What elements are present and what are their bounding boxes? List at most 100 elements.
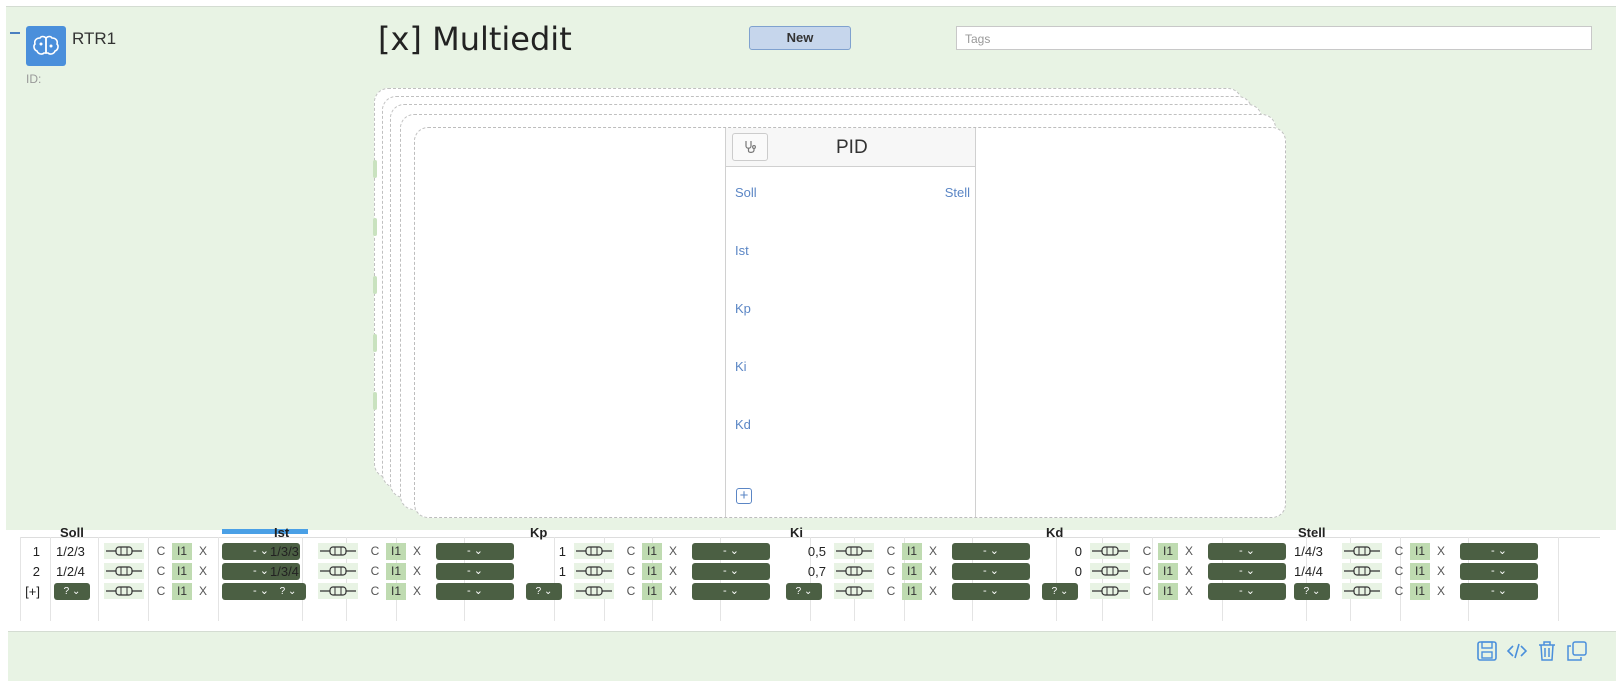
cell-value[interactable]: 1/2/3 [56, 544, 85, 559]
connector-icon[interactable] [318, 543, 358, 559]
plus-icon[interactable]: + [736, 488, 752, 504]
channel-i1-button[interactable]: I1 [172, 583, 192, 600]
connector-icon[interactable] [574, 543, 614, 559]
cell-value[interactable]: 1/4/4 [1294, 564, 1323, 579]
query-dropdown[interactable]: ? ⌄ [1042, 583, 1078, 600]
input-port-ist[interactable]: Ist [735, 243, 749, 258]
mode-dropdown[interactable]: - ⌄ [692, 563, 770, 580]
cell-value[interactable]: 1/3/3 [270, 544, 299, 559]
channel-c-button[interactable]: C [1390, 583, 1408, 600]
connector-icon[interactable] [574, 563, 614, 579]
channel-i1-button[interactable]: I1 [386, 543, 406, 560]
channel-i1-button[interactable]: I1 [1410, 543, 1430, 560]
mode-dropdown[interactable]: - ⌄ [436, 583, 514, 600]
channel-c-button[interactable]: C [1138, 563, 1156, 580]
channel-x-button[interactable]: X [1432, 543, 1450, 560]
input-port-kd[interactable]: Kd [735, 417, 751, 432]
channel-controls[interactable]: C I1 X [366, 543, 426, 560]
stethoscope-icon[interactable] [732, 133, 768, 161]
channel-controls[interactable]: C I1 X [1138, 583, 1198, 600]
channel-controls[interactable]: C I1 X [1390, 583, 1450, 600]
channel-i1-button[interactable]: I1 [642, 543, 662, 560]
mode-dropdown[interactable]: - ⌄ [952, 583, 1030, 600]
channel-x-button[interactable]: X [924, 563, 942, 580]
channel-c-button[interactable]: C [622, 563, 640, 580]
cell-value[interactable]: 1 [526, 564, 566, 579]
new-button[interactable]: New [749, 26, 851, 50]
input-port-ki[interactable]: Ki [735, 359, 747, 374]
channel-x-button[interactable]: X [924, 543, 942, 560]
connector-icon[interactable] [834, 563, 874, 579]
connector-icon[interactable] [834, 583, 874, 599]
channel-x-button[interactable]: X [664, 563, 682, 580]
channel-x-button[interactable]: X [1432, 583, 1450, 600]
channel-x-button[interactable]: X [664, 583, 682, 600]
cell-value[interactable]: 0 [1042, 544, 1082, 559]
channel-c-button[interactable]: C [882, 563, 900, 580]
connector-icon[interactable] [104, 563, 144, 579]
channel-c-button[interactable]: C [882, 543, 900, 560]
channel-x-button[interactable]: X [408, 563, 426, 580]
channel-i1-button[interactable]: I1 [1158, 543, 1178, 560]
cell-value[interactable]: 0,7 [786, 564, 826, 579]
connector-icon[interactable] [104, 543, 144, 559]
add-row-button[interactable]: [+] [14, 584, 40, 599]
mode-dropdown[interactable]: - ⌄ [952, 543, 1030, 560]
channel-i1-button[interactable]: I1 [642, 563, 662, 580]
mode-dropdown[interactable]: - ⌄ [436, 543, 514, 560]
channel-controls[interactable]: C I1 X [366, 563, 426, 580]
channel-c-button[interactable]: C [152, 583, 170, 600]
save-icon[interactable] [1476, 640, 1498, 662]
channel-c-button[interactable]: C [152, 543, 170, 560]
channel-x-button[interactable]: X [408, 583, 426, 600]
channel-x-button[interactable]: X [924, 583, 942, 600]
mode-dropdown[interactable]: - ⌄ [1208, 563, 1286, 580]
connector-icon[interactable] [1090, 563, 1130, 579]
collapse-toggle[interactable] [10, 32, 20, 34]
connector-icon[interactable] [834, 543, 874, 559]
channel-controls[interactable]: C I1 X [622, 543, 682, 560]
channel-x-button[interactable]: X [194, 563, 212, 580]
mode-dropdown[interactable]: - ⌄ [692, 583, 770, 600]
connector-icon[interactable] [318, 563, 358, 579]
code-icon[interactable] [1506, 640, 1528, 662]
connector-icon[interactable] [1342, 583, 1382, 599]
connector-icon[interactable] [1342, 543, 1382, 559]
connector-icon[interactable] [1090, 543, 1130, 559]
channel-x-button[interactable]: X [408, 543, 426, 560]
mode-dropdown[interactable]: - ⌄ [1460, 543, 1538, 560]
mode-dropdown[interactable]: - ⌄ [1460, 563, 1538, 580]
channel-i1-button[interactable]: I1 [172, 563, 192, 580]
connector-icon[interactable] [104, 583, 144, 599]
query-dropdown[interactable]: ? ⌄ [54, 583, 90, 600]
channel-i1-button[interactable]: I1 [902, 583, 922, 600]
input-port-kp[interactable]: Kp [735, 301, 751, 316]
channel-x-button[interactable]: X [1432, 563, 1450, 580]
mode-dropdown[interactable]: - ⌄ [1208, 543, 1286, 560]
channel-i1-button[interactable]: I1 [386, 563, 406, 580]
channel-i1-button[interactable]: I1 [902, 543, 922, 560]
cell-value[interactable]: 0,5 [786, 544, 826, 559]
channel-controls[interactable]: C I1 X [882, 543, 942, 560]
channel-c-button[interactable]: C [366, 563, 384, 580]
channel-c-button[interactable]: C [882, 583, 900, 600]
query-dropdown[interactable]: ? ⌄ [526, 583, 562, 600]
channel-c-button[interactable]: C [152, 563, 170, 580]
input-port-soll[interactable]: Soll [735, 185, 757, 200]
channel-c-button[interactable]: C [366, 543, 384, 560]
channel-controls[interactable]: C I1 X [622, 583, 682, 600]
channel-i1-button[interactable]: I1 [1158, 583, 1178, 600]
channel-i1-button[interactable]: I1 [1158, 563, 1178, 580]
connector-icon[interactable] [318, 583, 358, 599]
mode-dropdown[interactable]: - ⌄ [436, 563, 514, 580]
channel-c-button[interactable]: C [1138, 583, 1156, 600]
channel-controls[interactable]: C I1 X [882, 563, 942, 580]
cell-value[interactable]: 1/3/4 [270, 564, 299, 579]
query-dropdown[interactable]: ? ⌄ [786, 583, 822, 600]
channel-controls[interactable]: C I1 X [1390, 563, 1450, 580]
channel-x-button[interactable]: X [1180, 563, 1198, 580]
channel-i1-button[interactable]: I1 [172, 543, 192, 560]
trash-icon[interactable] [1536, 640, 1558, 662]
cell-value[interactable]: 1 [526, 544, 566, 559]
channel-controls[interactable]: C I1 X [1138, 563, 1198, 580]
